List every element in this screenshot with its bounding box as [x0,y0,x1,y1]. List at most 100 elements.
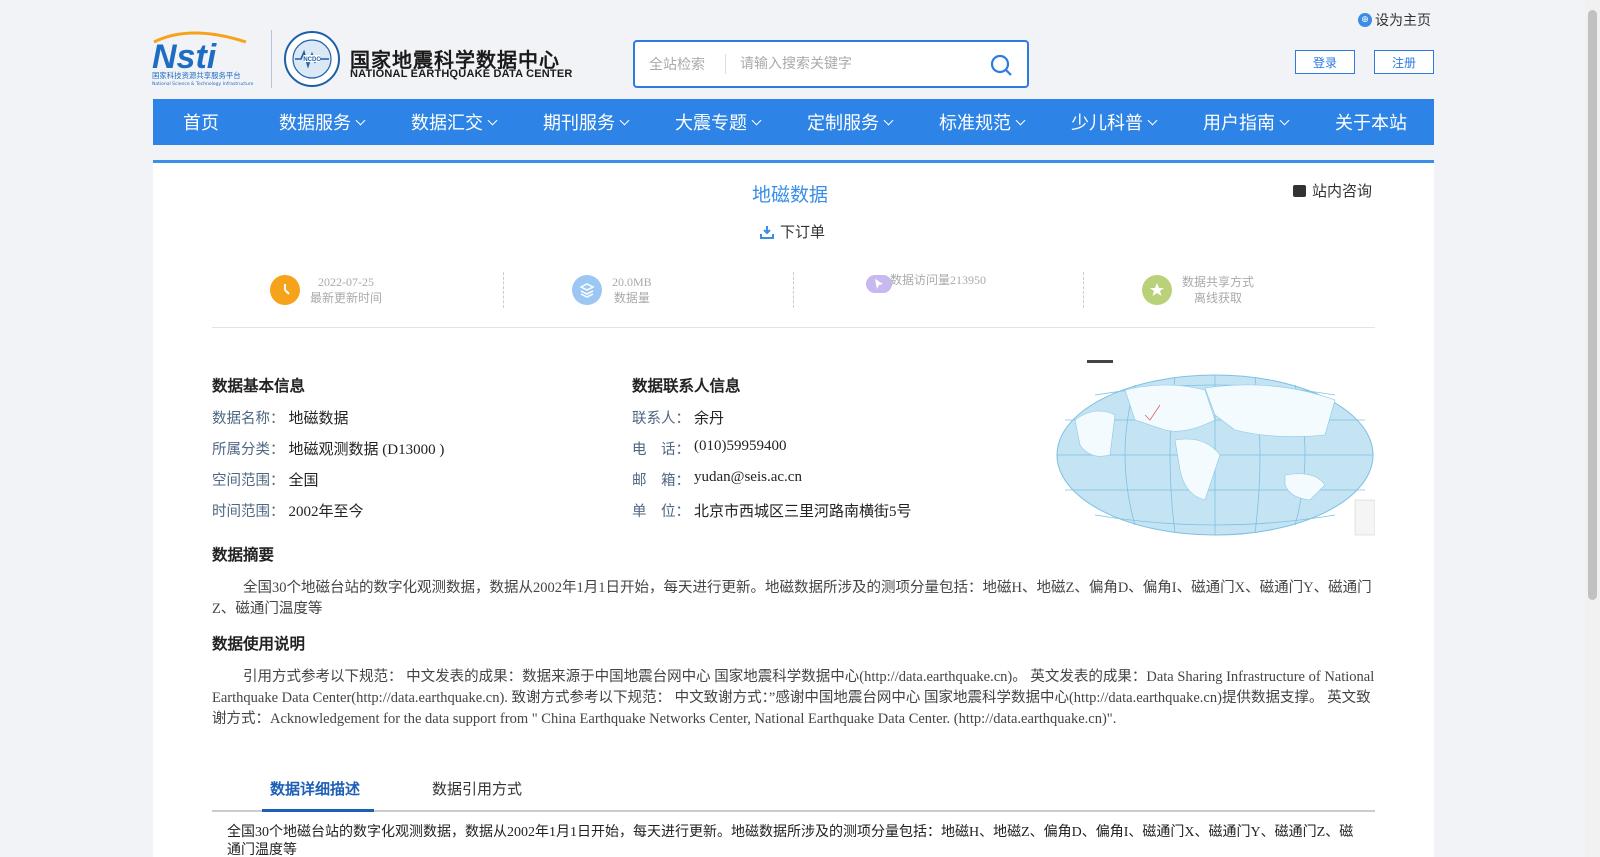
site-title-en: NATIONAL EARTHQUAKE DATA CENTER [350,68,573,80]
info-value: 地磁数据 [288,411,349,427]
usage-heading: 数据使用说明 [212,636,306,653]
logo-caption: 国家科技资源共享服务平台 [152,71,241,80]
stat-separator [1083,272,1084,308]
info-value: 余丹 [694,411,725,427]
search-icon[interactable] [989,53,1013,77]
logo-separator [271,30,272,88]
detail-tabs: 数据详细描述 数据引用方式 [212,776,1375,812]
contact-row-person: 联系人： 余丹 [632,407,724,428]
nav-label: 标准规范 [939,113,1011,134]
info-key: 单 位： [632,504,690,520]
stat-separator [503,272,504,308]
nav-item-data-service[interactable]: 数据服务 [279,99,366,145]
nsti-logo: Nsti 国家科技资源共享服务平台 National Science & Tec… [152,31,254,87]
nav-label: 用户指南 [1203,113,1275,134]
nav-label: 数据服务 [279,113,351,134]
info-row-space: 空间范围： 全国 [212,469,319,490]
tab-citation[interactable]: 数据引用方式 [432,778,522,799]
contact-row-org: 单 位： 北京市西城区三里河路南横街5号 [632,500,912,521]
tab-detail-description[interactable]: 数据详细描述 [270,778,360,799]
nedc-emblem: NCDC [284,31,340,87]
info-value: 全国 [288,473,319,489]
nav-label: 关于本站 [1335,113,1407,134]
nav-item-guide[interactable]: 用户指南 [1203,99,1290,145]
stat-size-label: 数据量 [613,291,650,305]
search-scope[interactable]: 全站检索 [635,54,725,74]
chevron-down-icon [1279,115,1290,125]
nav-item-about[interactable]: 关于本站 [1335,99,1407,145]
stat-visits-label: 数据访问量213950 [890,273,987,287]
stat-updated-label: 最新更新时间 [310,291,383,305]
info-value: 北京市西城区三里河路南横街5号 [694,504,912,520]
info-row-time: 时间范围： 2002年至今 [212,500,364,521]
nav-label: 期刊服务 [543,113,615,134]
chevron-down-icon [619,115,630,125]
nav-item-custom[interactable]: 定制服务 [807,99,894,145]
detail-text: 全国30个地磁台站的数字化观测数据，数据从2002年1月1日开始，每天进行更新。… [227,825,1354,857]
chevron-down-icon [883,115,894,125]
nav-label: 大震专题 [675,113,747,134]
summary-heading: 数据摘要 [212,547,275,564]
order-label: 下订单 [780,223,826,241]
usage-text: 引用方式参考以下规范： 中文发表的成果：数据来源于中国地震台网中心 国家地震科学… [212,669,1375,727]
nav-item-journal[interactable]: 期刊服务 [543,99,630,145]
info-value[interactable]: yudan@seis.ac.cn [694,469,802,490]
active-tab-indicator [262,809,374,812]
nav-item-major-quake[interactable]: 大震专题 [675,99,762,145]
stat-share-value: 离线获取 [1194,291,1243,305]
svg-text:NCDC: NCDC [303,57,321,63]
register-button[interactable]: 注册 [1374,50,1434,74]
nav-item-data-submit[interactable]: 数据汇交 [411,99,498,145]
scrollbar-thumb[interactable] [1588,10,1597,600]
clock-icon [270,275,300,305]
summary-text: 全国30个地磁台站的数字化观测数据，数据从2002年1月1日开始，每天进行更新。… [212,580,1372,617]
chevron-down-icon [487,115,498,125]
info-row-category: 所属分类： 地磁观测数据 (D13000 ) [212,438,444,459]
page-scrollbar[interactable] [1585,0,1600,857]
info-key: 数据名称： [212,411,285,427]
search-input[interactable] [726,56,976,72]
info-key: 时间范围： [212,504,285,520]
nav-item-kids[interactable]: 少儿科普 [1071,99,1158,145]
stat-separator [793,272,794,308]
search-box: 全站检索 [633,40,1029,88]
stat-updated-value: 2022-07-25 [318,275,374,289]
info-value: (010)59959400 [694,438,787,454]
info-key: 所属分类： [212,442,285,458]
chevron-down-icon [751,115,762,125]
info-key: 联系人： [632,411,690,427]
login-button[interactable]: 登录 [1295,50,1355,74]
contact-row-phone: 电 话： (010)59959400 [632,438,787,459]
stats-bar: 2022-07-25 最新更新时间 20.0MB 数据量 数据访问量213950… [212,270,1375,330]
nav-label: 首页 [183,113,219,134]
nav-item-home[interactable]: 首页 [183,99,219,145]
layers-icon [572,275,602,305]
chevron-down-icon [1147,115,1158,125]
info-value: 2002年至今 [288,504,364,520]
nav-label: 少儿科普 [1071,113,1143,134]
contact-info-heading: 数据联系人信息 [632,378,741,395]
set-homepage-link[interactable]: ⊕ 设为主页 [1358,10,1431,30]
basic-info-heading: 数据基本信息 [212,378,306,395]
order-button[interactable]: 下订单 [760,221,825,242]
stat-updated: 2022-07-25 最新更新时间 [270,270,382,310]
dataset-title: 地磁数据 [752,184,829,206]
stat-visits: 数据访问量213950 [866,270,986,310]
logo-caption-en: National Science & Technology Infrastruc… [152,81,254,87]
info-value: 地磁观测数据 (D13000 ) [288,442,445,458]
stat-share-label: 数据共享方式 [1182,275,1255,289]
star-icon [1142,275,1172,305]
main-nav: 首页 数据服务 数据汇交 期刊服务 大震专题 定制服务 标准规范 少儿科普 用户… [153,99,1434,145]
chat-icon [1293,184,1306,197]
cursor-icon [866,275,892,293]
download-icon [760,225,774,239]
station-map-thumbnail [1056,360,1375,536]
stat-size-value: 20.0MB [612,275,652,289]
contact-row-email: 邮 箱： yudan@seis.ac.cn [632,469,802,490]
stat-size: 20.0MB 数据量 [572,270,652,310]
chevron-down-icon [355,115,366,125]
info-key: 邮 箱： [632,473,690,489]
nav-label: 数据汇交 [411,113,483,134]
consult-link[interactable]: 站内咨询 [1293,180,1372,201]
nav-item-standards[interactable]: 标准规范 [939,99,1026,145]
